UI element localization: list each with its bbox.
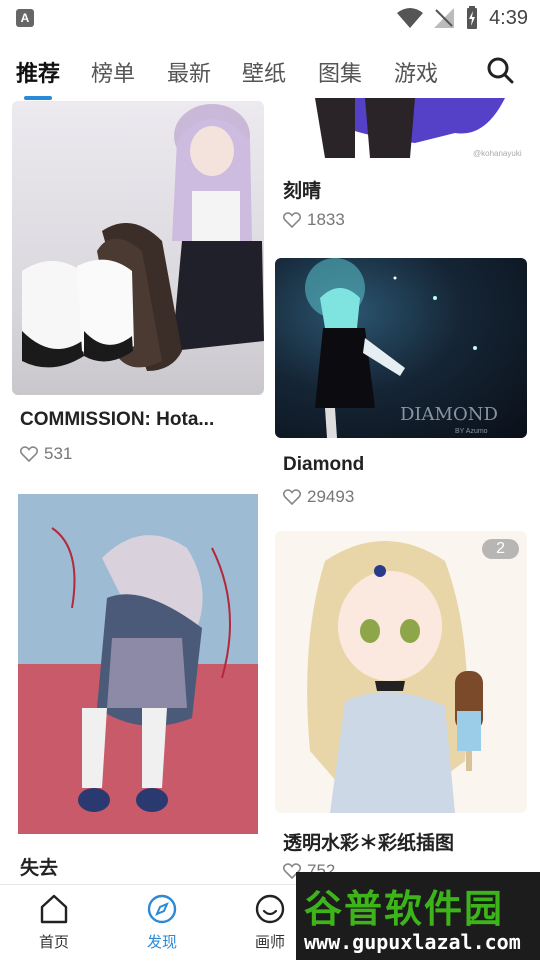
site-watermark: 谷普软件园 www.gupuxlazal.com — [296, 872, 540, 960]
artwork-card[interactable]: 2 透明水彩＊彩纸插图 752 — [275, 531, 527, 884]
wifi-icon — [397, 8, 424, 28]
watermark-url: www.gupuxlazal.com — [304, 930, 521, 954]
artwork-image — [22, 104, 264, 371]
tab-latest[interactable]: 最新 — [167, 56, 211, 88]
artwork-card[interactable]: DIAMOND BY Azumo Diamond 29493 — [275, 258, 527, 508]
home-icon — [40, 894, 68, 924]
artwork-card[interactable]: @kohanayuki 刻晴 1833 — [275, 98, 527, 238]
like-count[interactable]: 1833 — [283, 210, 345, 230]
artwork-title: 透明水彩＊彩纸插图 — [283, 833, 455, 854]
artwork-thumbnail[interactable] — [12, 101, 264, 395]
artwork-title: Diamond — [283, 454, 365, 475]
nav-discover-label: 发现 — [146, 934, 177, 951]
image-count-badge: 2 — [482, 539, 519, 559]
artist-watermark: @kohanayuki — [473, 149, 522, 158]
tab-albums[interactable]: 图集 — [318, 56, 362, 88]
artwork-image-credit: BY Azumo — [455, 428, 488, 435]
heart-icon — [20, 446, 38, 462]
heart-icon — [283, 212, 301, 228]
clock: 4:39 — [489, 6, 528, 29]
tab-wallpaper[interactable]: 壁纸 — [242, 56, 286, 88]
like-count[interactable]: 531 — [20, 444, 72, 464]
artwork-image — [18, 494, 258, 834]
artwork-thumbnail[interactable] — [12, 488, 264, 840]
tab-games[interactable]: 游戏 — [394, 56, 438, 88]
artwork-image: @kohanayuki — [315, 98, 522, 158]
nav-home[interactable]: 首页 — [14, 893, 94, 952]
no-signal-icon — [434, 8, 455, 28]
artwork-image — [307, 541, 483, 813]
artwork-title: 刻晴 — [283, 181, 322, 202]
app-notification-icon: A — [16, 9, 34, 27]
artwork-image: DIAMOND BY Azumo — [305, 258, 498, 438]
artwork-thumbnail[interactable]: @kohanayuki — [275, 98, 527, 161]
battery-charging-icon — [467, 6, 478, 29]
artwork-thumbnail[interactable]: DIAMOND BY Azumo — [275, 258, 527, 438]
status-bar: A 4:39 — [0, 0, 540, 36]
category-tabs: 推荐 榜单 最新 壁纸 图集 游戏 — [0, 40, 540, 100]
watermark-title: 谷普软件园 — [304, 887, 505, 931]
tab-ranking[interactable]: 榜单 — [91, 56, 135, 88]
compass-icon — [147, 894, 177, 924]
smile-icon — [255, 894, 285, 924]
heart-icon — [283, 489, 301, 505]
like-count[interactable]: 29493 — [283, 487, 354, 507]
artwork-card[interactable]: COMMISSION: Hota... 531 — [12, 101, 264, 471]
like-count-value: 1833 — [307, 210, 345, 229]
artwork-card[interactable]: 失去 — [12, 488, 264, 884]
like-count-value: 531 — [44, 444, 73, 463]
like-count-value: 29493 — [307, 487, 355, 506]
artwork-image-text: DIAMOND — [400, 404, 498, 425]
active-tab-indicator — [24, 96, 52, 100]
artwork-thumbnail[interactable]: 2 — [275, 531, 527, 813]
tab-recommend[interactable]: 推荐 — [16, 56, 60, 88]
artwork-title: 失去 — [20, 858, 59, 879]
nav-discover[interactable]: 发现 — [122, 893, 202, 952]
artwork-title: COMMISSION: Hota... — [20, 409, 215, 430]
nav-home-label: 首页 — [38, 934, 69, 951]
search-icon[interactable] — [486, 56, 514, 84]
